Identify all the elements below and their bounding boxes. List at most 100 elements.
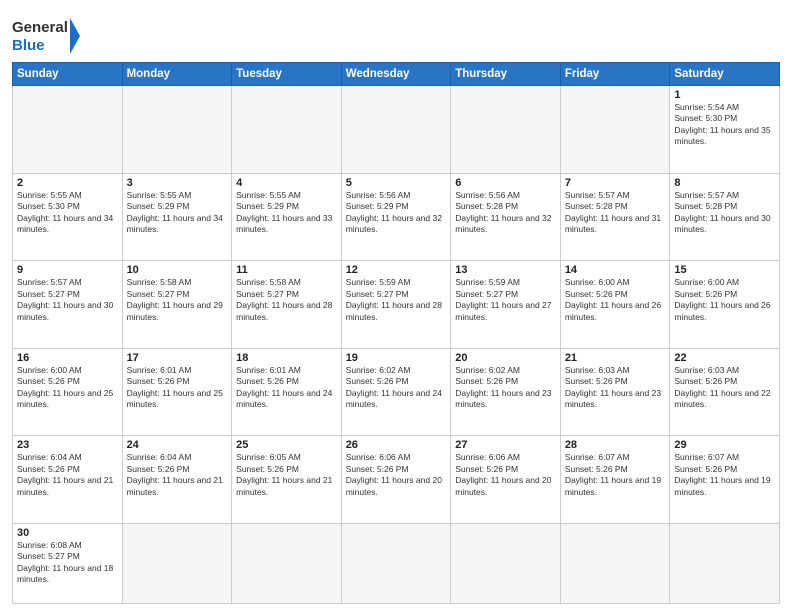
day-info: Sunrise: 6:06 AMSunset: 5:26 PMDaylight:… xyxy=(346,452,447,498)
day-info: Sunrise: 5:59 AMSunset: 5:27 PMDaylight:… xyxy=(455,277,556,323)
calendar-week-row: 2Sunrise: 5:55 AMSunset: 5:30 PMDaylight… xyxy=(13,173,780,261)
weekday-header-row: SundayMondayTuesdayWednesdayThursdayFrid… xyxy=(13,63,780,86)
day-info: Sunrise: 6:06 AMSunset: 5:26 PMDaylight:… xyxy=(455,452,556,498)
calendar-cell: 16Sunrise: 6:00 AMSunset: 5:26 PMDayligh… xyxy=(13,348,123,436)
calendar-cell: 7Sunrise: 5:57 AMSunset: 5:28 PMDaylight… xyxy=(560,173,670,261)
calendar-cell xyxy=(670,523,780,603)
day-number: 14 xyxy=(565,264,666,276)
calendar-week-row: 9Sunrise: 5:57 AMSunset: 5:27 PMDaylight… xyxy=(13,261,780,349)
day-info: Sunrise: 6:04 AMSunset: 5:26 PMDaylight:… xyxy=(17,452,118,498)
day-number: 24 xyxy=(127,439,228,451)
day-info: Sunrise: 5:56 AMSunset: 5:29 PMDaylight:… xyxy=(346,190,447,236)
day-number: 3 xyxy=(127,177,228,189)
day-number: 15 xyxy=(674,264,775,276)
weekday-header-sunday: Sunday xyxy=(13,63,123,86)
day-number: 27 xyxy=(455,439,556,451)
calendar-cell: 6Sunrise: 5:56 AMSunset: 5:28 PMDaylight… xyxy=(451,173,561,261)
day-number: 10 xyxy=(127,264,228,276)
svg-text:Blue: Blue xyxy=(12,37,45,54)
day-info: Sunrise: 5:57 AMSunset: 5:28 PMDaylight:… xyxy=(565,190,666,236)
calendar-cell xyxy=(232,86,342,174)
day-number: 12 xyxy=(346,264,447,276)
calendar-cell xyxy=(560,523,670,603)
day-info: Sunrise: 6:00 AMSunset: 5:26 PMDaylight:… xyxy=(17,365,118,411)
day-number: 21 xyxy=(565,352,666,364)
calendar-cell xyxy=(451,523,561,603)
day-info: Sunrise: 6:03 AMSunset: 5:26 PMDaylight:… xyxy=(674,365,775,411)
generalblue-logo-icon: GeneralBlue xyxy=(12,14,82,58)
calendar-cell: 4Sunrise: 5:55 AMSunset: 5:29 PMDaylight… xyxy=(232,173,342,261)
day-info: Sunrise: 5:58 AMSunset: 5:27 PMDaylight:… xyxy=(236,277,337,323)
calendar-cell: 30Sunrise: 6:08 AMSunset: 5:27 PMDayligh… xyxy=(13,523,123,603)
calendar-cell xyxy=(122,86,232,174)
day-number: 9 xyxy=(17,264,118,276)
day-info: Sunrise: 6:01 AMSunset: 5:26 PMDaylight:… xyxy=(236,365,337,411)
day-info: Sunrise: 5:54 AMSunset: 5:30 PMDaylight:… xyxy=(674,102,775,148)
day-number: 11 xyxy=(236,264,337,276)
day-info: Sunrise: 6:03 AMSunset: 5:26 PMDaylight:… xyxy=(565,365,666,411)
day-number: 6 xyxy=(455,177,556,189)
calendar-cell xyxy=(451,86,561,174)
page: GeneralBlue SundayMondayTuesdayWednesday… xyxy=(0,0,792,612)
day-info: Sunrise: 5:55 AMSunset: 5:29 PMDaylight:… xyxy=(127,190,228,236)
day-info: Sunrise: 6:05 AMSunset: 5:26 PMDaylight:… xyxy=(236,452,337,498)
day-number: 4 xyxy=(236,177,337,189)
weekday-header-friday: Friday xyxy=(560,63,670,86)
calendar-cell: 28Sunrise: 6:07 AMSunset: 5:26 PMDayligh… xyxy=(560,436,670,524)
weekday-header-thursday: Thursday xyxy=(451,63,561,86)
day-number: 23 xyxy=(17,439,118,451)
day-number: 17 xyxy=(127,352,228,364)
day-info: Sunrise: 5:55 AMSunset: 5:30 PMDaylight:… xyxy=(17,190,118,236)
day-info: Sunrise: 5:58 AMSunset: 5:27 PMDaylight:… xyxy=(127,277,228,323)
calendar-cell: 11Sunrise: 5:58 AMSunset: 5:27 PMDayligh… xyxy=(232,261,342,349)
calendar-cell: 14Sunrise: 6:00 AMSunset: 5:26 PMDayligh… xyxy=(560,261,670,349)
day-number: 20 xyxy=(455,352,556,364)
calendar-cell: 12Sunrise: 5:59 AMSunset: 5:27 PMDayligh… xyxy=(341,261,451,349)
day-number: 18 xyxy=(236,352,337,364)
day-info: Sunrise: 6:04 AMSunset: 5:26 PMDaylight:… xyxy=(127,452,228,498)
calendar-cell: 17Sunrise: 6:01 AMSunset: 5:26 PMDayligh… xyxy=(122,348,232,436)
calendar-cell: 5Sunrise: 5:56 AMSunset: 5:29 PMDaylight… xyxy=(341,173,451,261)
day-number: 19 xyxy=(346,352,447,364)
logo: GeneralBlue xyxy=(12,10,82,58)
calendar-week-row: 16Sunrise: 6:00 AMSunset: 5:26 PMDayligh… xyxy=(13,348,780,436)
calendar-cell: 27Sunrise: 6:06 AMSunset: 5:26 PMDayligh… xyxy=(451,436,561,524)
calendar-cell: 3Sunrise: 5:55 AMSunset: 5:29 PMDaylight… xyxy=(122,173,232,261)
day-info: Sunrise: 5:56 AMSunset: 5:28 PMDaylight:… xyxy=(455,190,556,236)
calendar-cell: 10Sunrise: 5:58 AMSunset: 5:27 PMDayligh… xyxy=(122,261,232,349)
calendar-cell: 22Sunrise: 6:03 AMSunset: 5:26 PMDayligh… xyxy=(670,348,780,436)
day-number: 1 xyxy=(674,89,775,101)
calendar-cell: 29Sunrise: 6:07 AMSunset: 5:26 PMDayligh… xyxy=(670,436,780,524)
day-info: Sunrise: 5:59 AMSunset: 5:27 PMDaylight:… xyxy=(346,277,447,323)
day-info: Sunrise: 6:07 AMSunset: 5:26 PMDaylight:… xyxy=(674,452,775,498)
day-number: 16 xyxy=(17,352,118,364)
calendar-cell xyxy=(13,86,123,174)
calendar-cell: 9Sunrise: 5:57 AMSunset: 5:27 PMDaylight… xyxy=(13,261,123,349)
day-info: Sunrise: 6:02 AMSunset: 5:26 PMDaylight:… xyxy=(346,365,447,411)
day-number: 5 xyxy=(346,177,447,189)
calendar-cell xyxy=(232,523,342,603)
calendar-cell: 24Sunrise: 6:04 AMSunset: 5:26 PMDayligh… xyxy=(122,436,232,524)
calendar-cell xyxy=(122,523,232,603)
day-info: Sunrise: 6:00 AMSunset: 5:26 PMDaylight:… xyxy=(674,277,775,323)
day-number: 2 xyxy=(17,177,118,189)
day-info: Sunrise: 5:57 AMSunset: 5:27 PMDaylight:… xyxy=(17,277,118,323)
day-number: 13 xyxy=(455,264,556,276)
weekday-header-wednesday: Wednesday xyxy=(341,63,451,86)
calendar-cell: 20Sunrise: 6:02 AMSunset: 5:26 PMDayligh… xyxy=(451,348,561,436)
svg-text:General: General xyxy=(12,19,68,36)
calendar-cell xyxy=(341,523,451,603)
day-number: 22 xyxy=(674,352,775,364)
day-info: Sunrise: 6:02 AMSunset: 5:26 PMDaylight:… xyxy=(455,365,556,411)
calendar-cell: 26Sunrise: 6:06 AMSunset: 5:26 PMDayligh… xyxy=(341,436,451,524)
calendar-cell: 19Sunrise: 6:02 AMSunset: 5:26 PMDayligh… xyxy=(341,348,451,436)
day-info: Sunrise: 6:07 AMSunset: 5:26 PMDaylight:… xyxy=(565,452,666,498)
header: GeneralBlue xyxy=(12,10,780,58)
day-info: Sunrise: 5:57 AMSunset: 5:28 PMDaylight:… xyxy=(674,190,775,236)
calendar-week-row: 30Sunrise: 6:08 AMSunset: 5:27 PMDayligh… xyxy=(13,523,780,603)
calendar-cell: 18Sunrise: 6:01 AMSunset: 5:26 PMDayligh… xyxy=(232,348,342,436)
day-number: 28 xyxy=(565,439,666,451)
day-info: Sunrise: 6:00 AMSunset: 5:26 PMDaylight:… xyxy=(565,277,666,323)
weekday-header-saturday: Saturday xyxy=(670,63,780,86)
calendar-cell: 13Sunrise: 5:59 AMSunset: 5:27 PMDayligh… xyxy=(451,261,561,349)
